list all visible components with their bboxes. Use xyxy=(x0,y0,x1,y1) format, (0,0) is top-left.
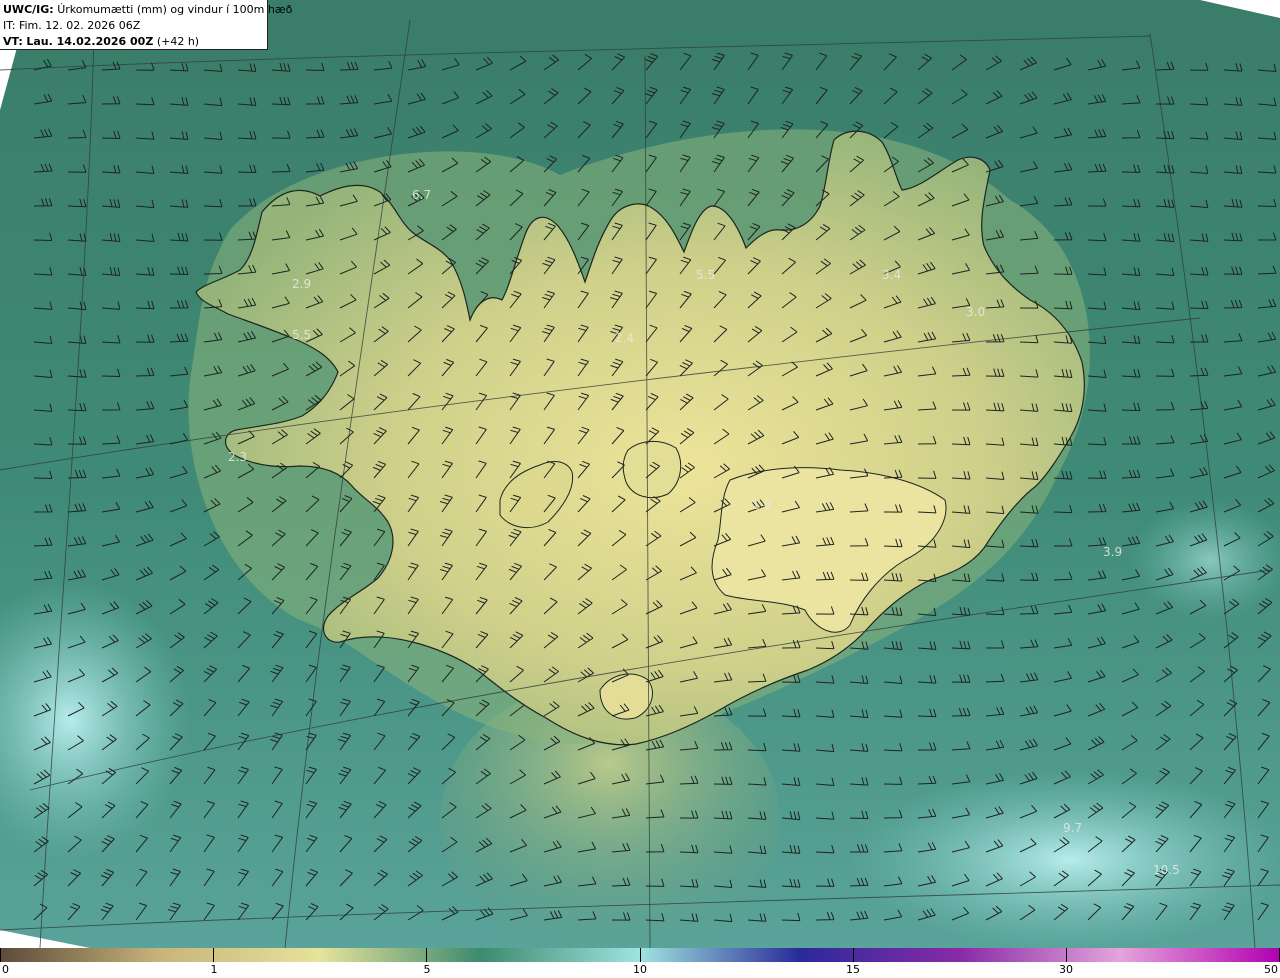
title-row: UWC/IG: Úrkomumætti (mm) og vindur í 100… xyxy=(3,2,292,18)
map-value-label: 1.0 xyxy=(752,498,771,512)
precipitable-water-map: 6.7 2.9 5.5 5.5 3.4 3.0 2.4 2.3 1.0 3.9 … xyxy=(0,0,1280,948)
map-value-label: 2.4 xyxy=(615,331,634,345)
glacier-hofsjokull xyxy=(622,441,682,498)
legend-tick-label: 15 xyxy=(846,963,860,976)
valid-time: Lau. 14.02.2026 00Z xyxy=(26,35,154,48)
color-scale-bar xyxy=(0,948,1280,962)
map-value-label: 3.9 xyxy=(1103,545,1122,559)
legend-tick-label: 1 xyxy=(210,963,218,976)
map-value-label: 3.4 xyxy=(882,268,901,282)
map-value-label: 6.7 xyxy=(412,188,431,202)
map-value-label: 5.5 xyxy=(696,268,715,282)
legend-tick-label: 5 xyxy=(423,963,431,976)
legend-tick-label: 30 xyxy=(1059,963,1073,976)
map-value-label: 10.5 xyxy=(1153,863,1180,877)
map-value-label: 3.0 xyxy=(966,305,985,319)
high-moisture-zone-se xyxy=(850,770,1280,948)
model-tag: UWC/IG: xyxy=(3,3,54,16)
map-value-label: 2.9 xyxy=(292,277,311,291)
legend-tick-label: 10 xyxy=(633,963,647,976)
legend-tick-label: 0 xyxy=(2,963,9,976)
map-title: Úrkomumætti (mm) og vindur í 100m hæð xyxy=(57,3,293,16)
map-value-label: 9.7 xyxy=(1063,821,1082,835)
valid-time-row: VT: Lau. 14.02.2026 00Z (+42 h) xyxy=(3,34,267,50)
map-value-label: 2.3 xyxy=(228,450,247,464)
map-title-box: UWC/IG: Úrkomumætti (mm) og vindur í 100… xyxy=(0,0,292,50)
glacier-myrdalsjokull xyxy=(599,673,653,720)
legend-tick-label: 50 xyxy=(1264,963,1278,976)
lead-time: (+42 h) xyxy=(156,35,200,48)
init-time: IT: Fim. 12. 02. 2026 06Z xyxy=(3,19,141,32)
color-scale-legend: 0 1 5 10 15 30 50 xyxy=(0,948,1280,978)
valid-prefix: VT: xyxy=(3,35,23,48)
map-value-label: 5.5 xyxy=(292,328,311,342)
